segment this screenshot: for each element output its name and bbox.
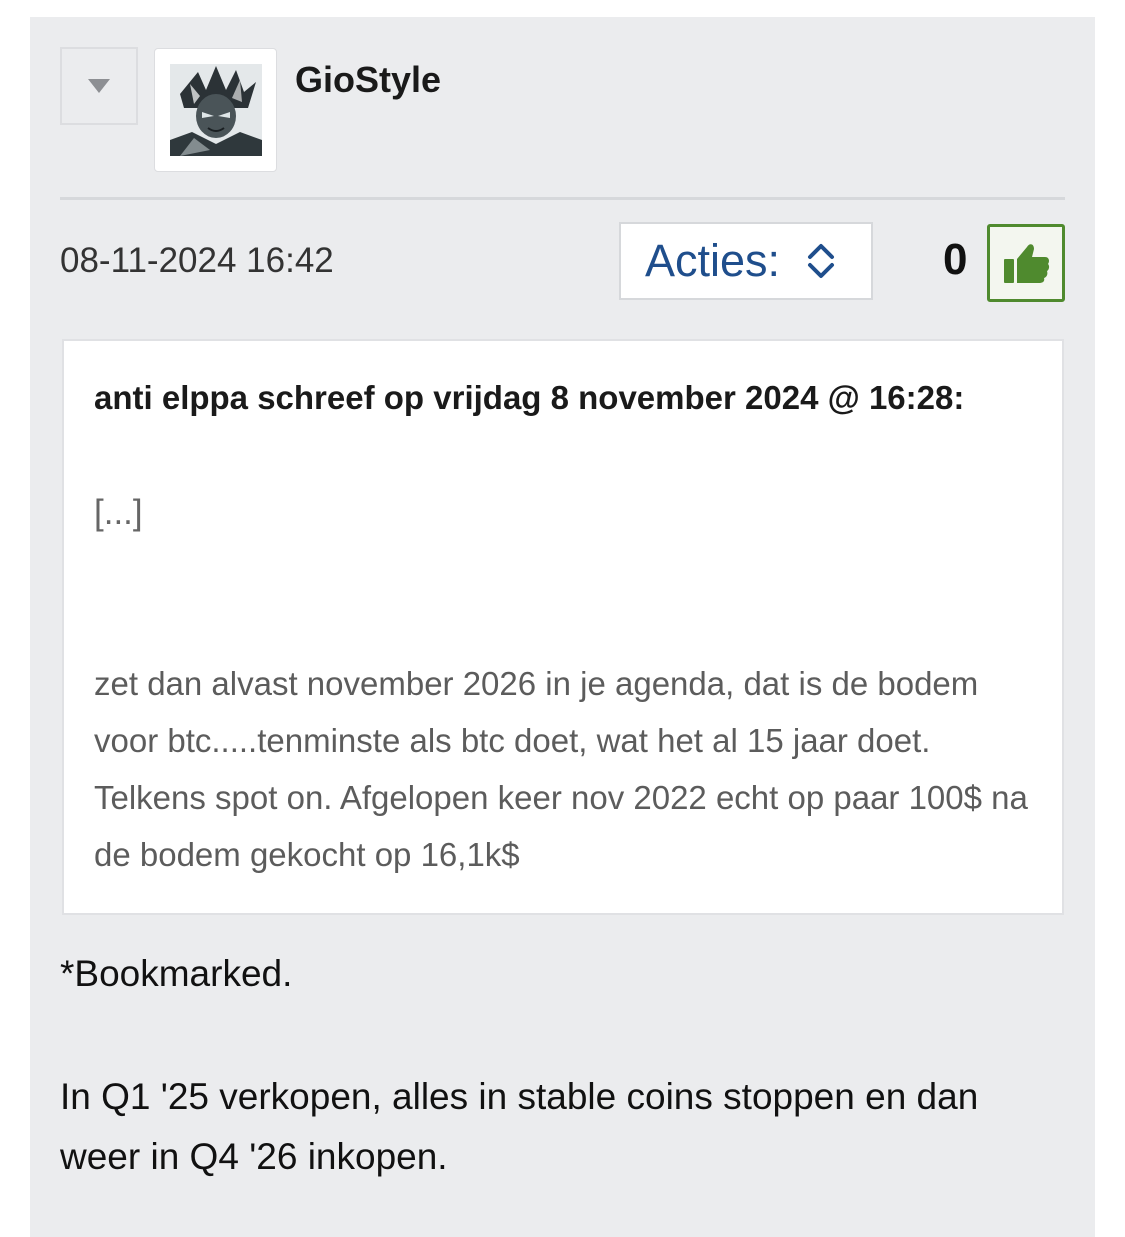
collapse-toggle[interactable] [60,47,138,125]
avatar-image [169,64,262,156]
divider [60,197,1065,200]
username[interactable]: GioStyle [295,59,441,101]
reply-text: In Q1 '25 verkopen, alles in stable coin… [60,1076,979,1177]
quote-body: zet dan alvast november 2026 in je agend… [94,665,1028,873]
actions-dropdown[interactable]: Acties: [619,222,873,300]
avatar[interactable] [154,48,277,172]
reply-text: *Bookmarked. [60,953,293,994]
forum-post: GioStyle 08-11-2024 16:42 Acties: 0 anti… [30,17,1095,1237]
vote-count: 0 [943,235,968,284]
quote-ellipsis: [...] [94,493,143,532]
caret-down-icon [88,79,110,93]
thumbs-up-icon [1004,244,1050,283]
updown-chevron-icon [806,242,836,280]
quote-header[interactable]: anti elppa schreef op vrijdag 8 november… [94,369,974,426]
actions-label: Acties: [645,235,781,286]
quote-block: anti elppa schreef op vrijdag 8 november… [62,339,1064,915]
like-button[interactable] [987,224,1065,302]
post-timestamp: 08-11-2024 16:42 [60,241,334,280]
